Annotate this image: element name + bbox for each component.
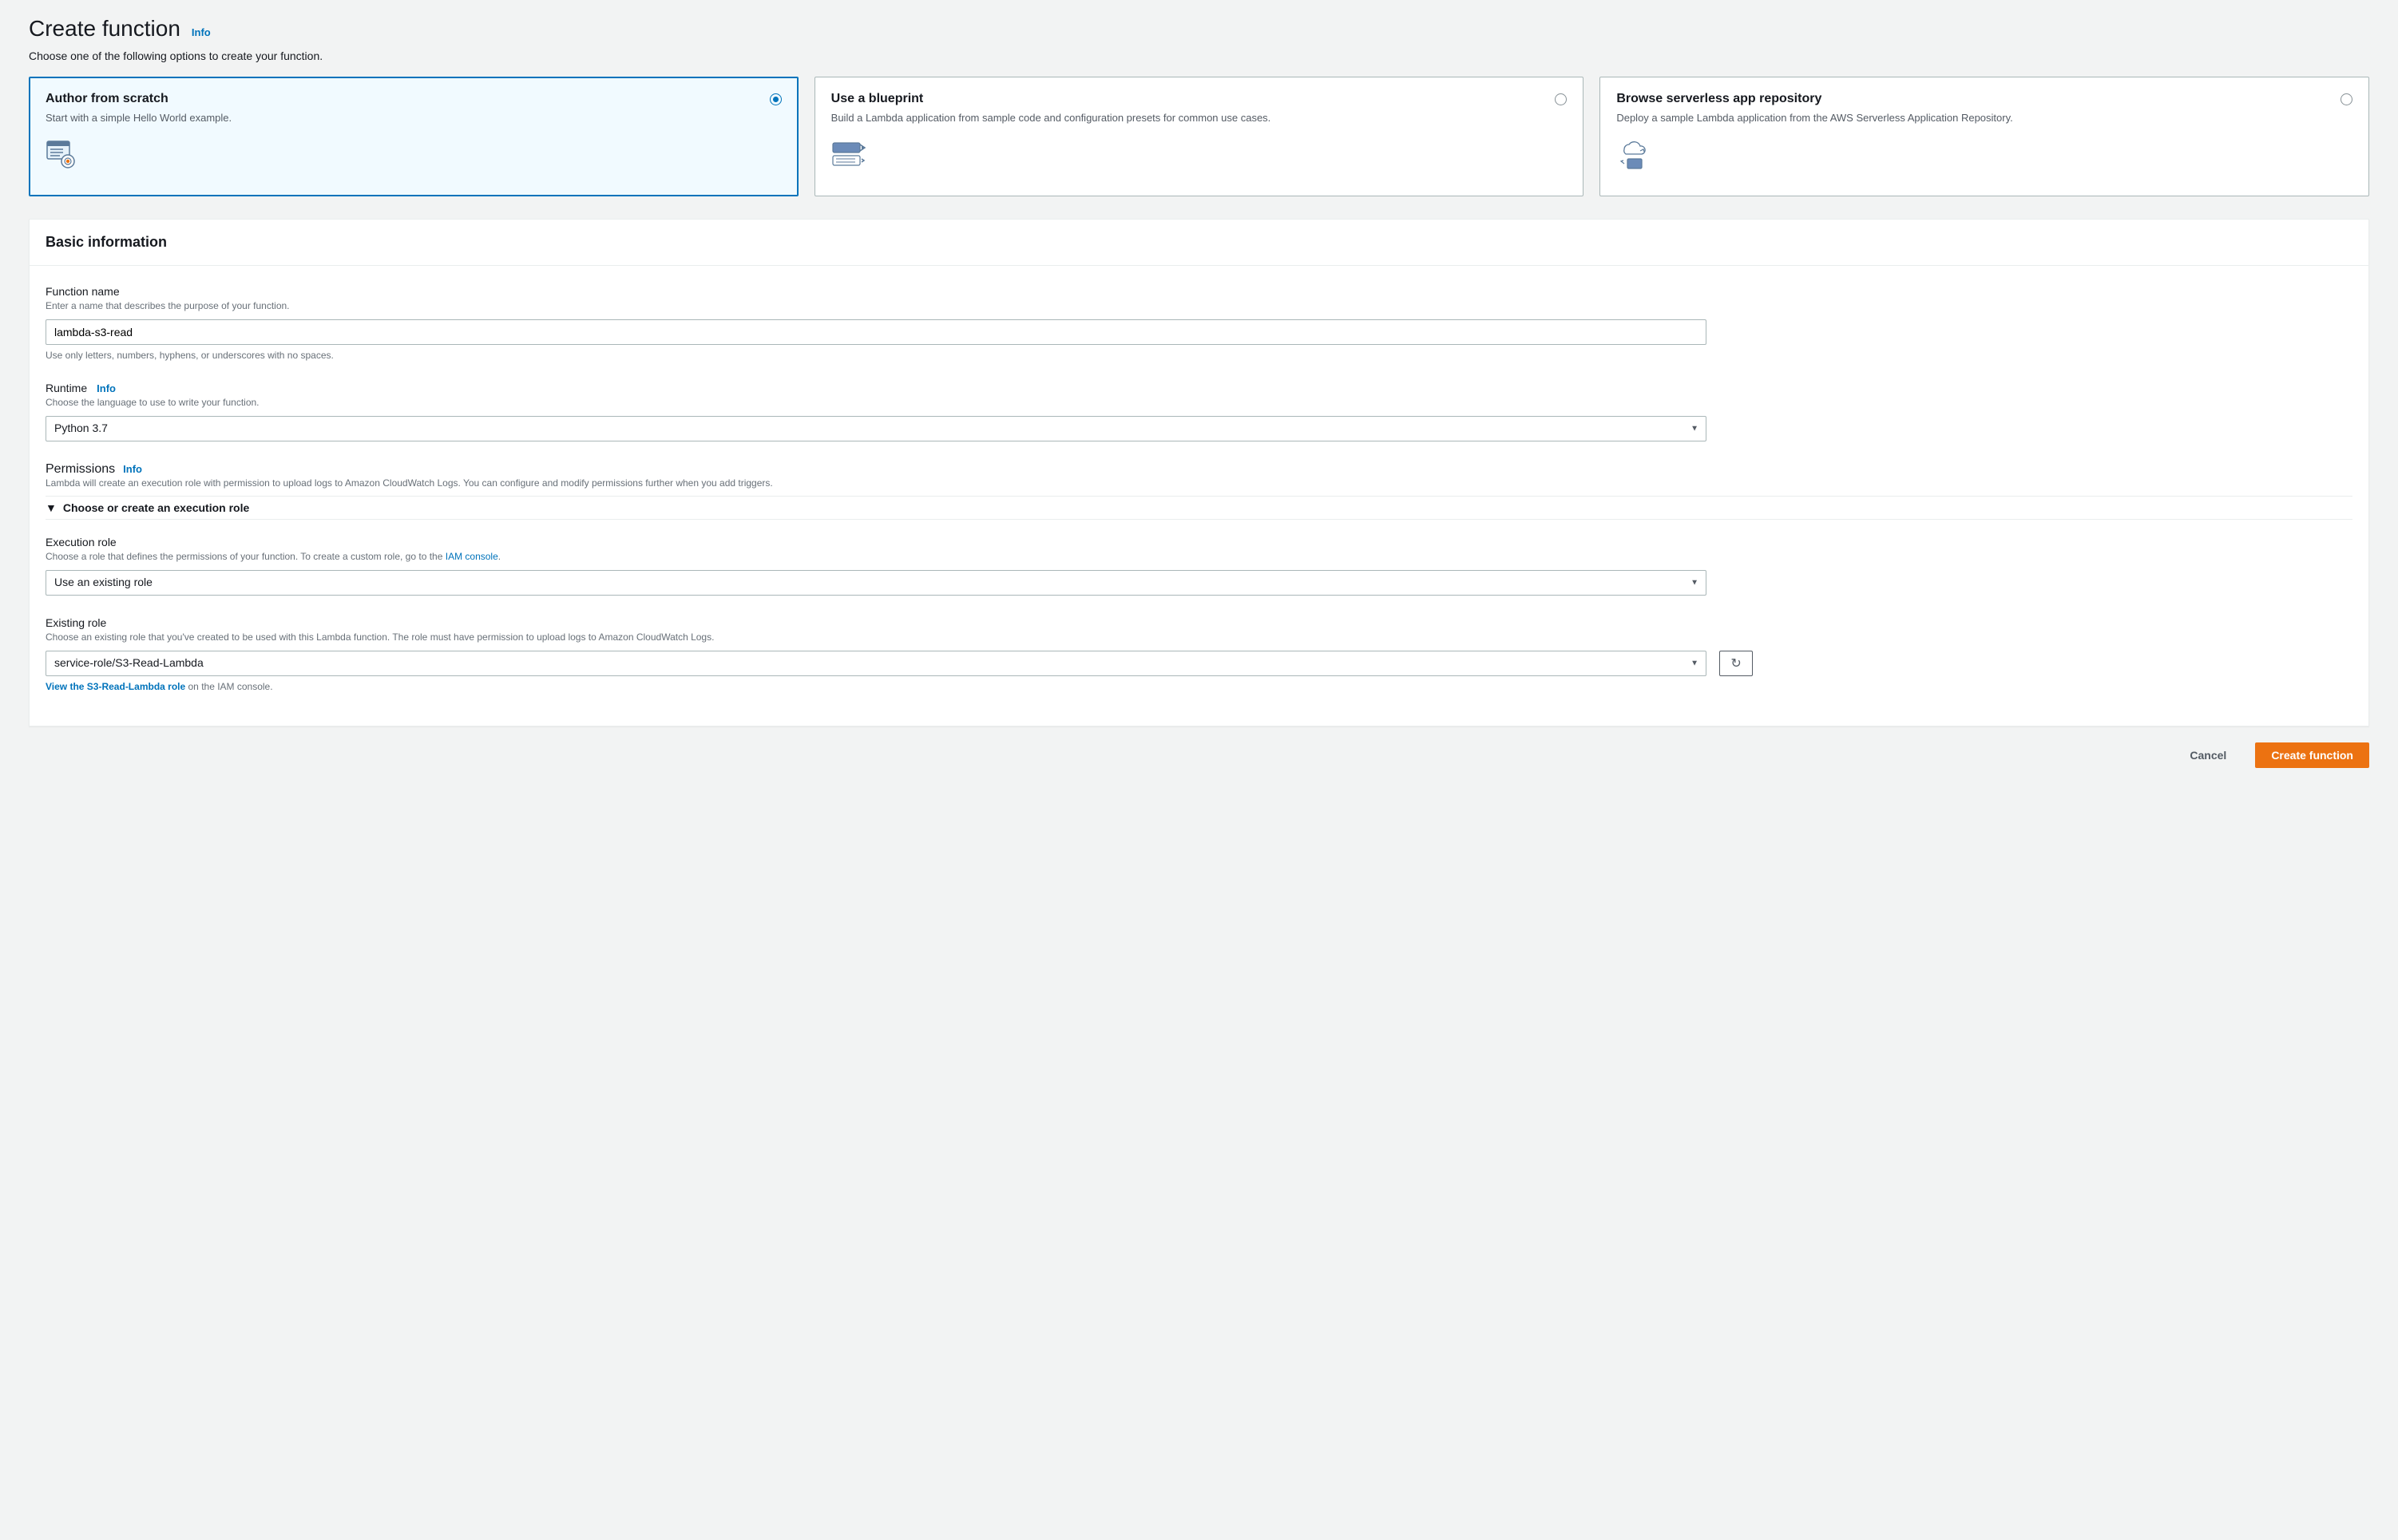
function-name-input[interactable] — [46, 319, 1706, 345]
function-name-hint: Enter a name that describes the purpose … — [46, 299, 2352, 313]
existing-role-field: Existing role Choose an existing role th… — [46, 616, 2352, 692]
view-role-link[interactable]: View the S3-Read-Lambda role — [46, 681, 185, 692]
scratch-icon — [46, 140, 782, 172]
tile-serverless-repo[interactable]: Browse serverless app repository Deploy … — [1599, 77, 2369, 196]
cancel-button[interactable]: Cancel — [2174, 742, 2242, 768]
runtime-label: Runtime — [46, 382, 87, 394]
radio-author-from-scratch[interactable] — [770, 93, 782, 105]
tile-desc: Build a Lambda application from sample c… — [831, 111, 1271, 125]
refresh-icon: ↻ — [1730, 655, 1741, 671]
permissions-hint: Lambda will create an execution role wit… — [46, 477, 2352, 490]
function-name-label: Function name — [46, 285, 2352, 298]
radio-blueprint[interactable] — [1555, 93, 1567, 105]
tile-author-from-scratch[interactable]: Author from scratch Start with a simple … — [29, 77, 799, 196]
tile-title: Author from scratch — [46, 92, 232, 106]
serverless-icon — [1616, 140, 2352, 172]
refresh-roles-button[interactable]: ↻ — [1719, 651, 1753, 676]
runtime-hint: Choose the language to use to write your… — [46, 396, 2352, 410]
tile-title: Browse serverless app repository — [1616, 92, 2012, 106]
execution-role-field: Execution role Choose a role that define… — [46, 536, 2352, 596]
execution-role-expander[interactable]: ▼ Choose or create an execution role — [46, 496, 2352, 520]
expander-label-text: Choose or create an execution role — [63, 501, 249, 514]
view-role-suffix: on the IAM console. — [185, 681, 272, 692]
iam-console-link[interactable]: IAM console — [446, 551, 498, 562]
function-name-field: Function name Enter a name that describe… — [46, 285, 2352, 361]
execution-role-label: Execution role — [46, 536, 2352, 548]
radio-serverless-repo[interactable] — [2341, 93, 2352, 105]
panel-title: Basic information — [46, 234, 2352, 251]
tile-desc: Deploy a sample Lambda application from … — [1616, 111, 2012, 125]
tile-desc: Start with a simple Hello World example. — [46, 111, 232, 125]
tile-title: Use a blueprint — [831, 92, 1271, 106]
page-title: Create function — [29, 16, 180, 42]
page-subtitle: Choose one of the following options to c… — [29, 49, 2369, 62]
footer-actions: Cancel Create function — [29, 742, 2369, 768]
runtime-select[interactable]: Python 3.7 — [46, 416, 1706, 441]
blueprint-icon — [831, 140, 1568, 172]
creation-option-tiles: Author from scratch Start with a simple … — [29, 77, 2369, 196]
caret-down-icon: ▼ — [46, 501, 57, 514]
info-link[interactable]: Info — [192, 26, 211, 38]
runtime-field: Runtime Info Choose the language to use … — [46, 382, 2352, 441]
existing-role-hint: Choose an existing role that you've crea… — [46, 631, 2352, 644]
tile-use-blueprint[interactable]: Use a blueprint Build a Lambda applicati… — [815, 77, 1584, 196]
basic-information-panel: Basic information Function name Enter a … — [29, 219, 2369, 726]
existing-role-label: Existing role — [46, 616, 2352, 629]
existing-role-select[interactable]: service-role/S3-Read-Lambda — [46, 651, 1706, 676]
runtime-info-link[interactable]: Info — [97, 382, 116, 394]
function-name-constraint: Use only letters, numbers, hyphens, or u… — [46, 350, 2352, 361]
execution-role-hint: Choose a role that defines the permissio… — [46, 550, 2352, 564]
execution-role-select[interactable]: Use an existing role — [46, 570, 1706, 596]
permissions-heading: Permissions — [46, 462, 115, 477]
create-function-button[interactable]: Create function — [2255, 742, 2369, 768]
permissions-info-link[interactable]: Info — [123, 463, 142, 475]
